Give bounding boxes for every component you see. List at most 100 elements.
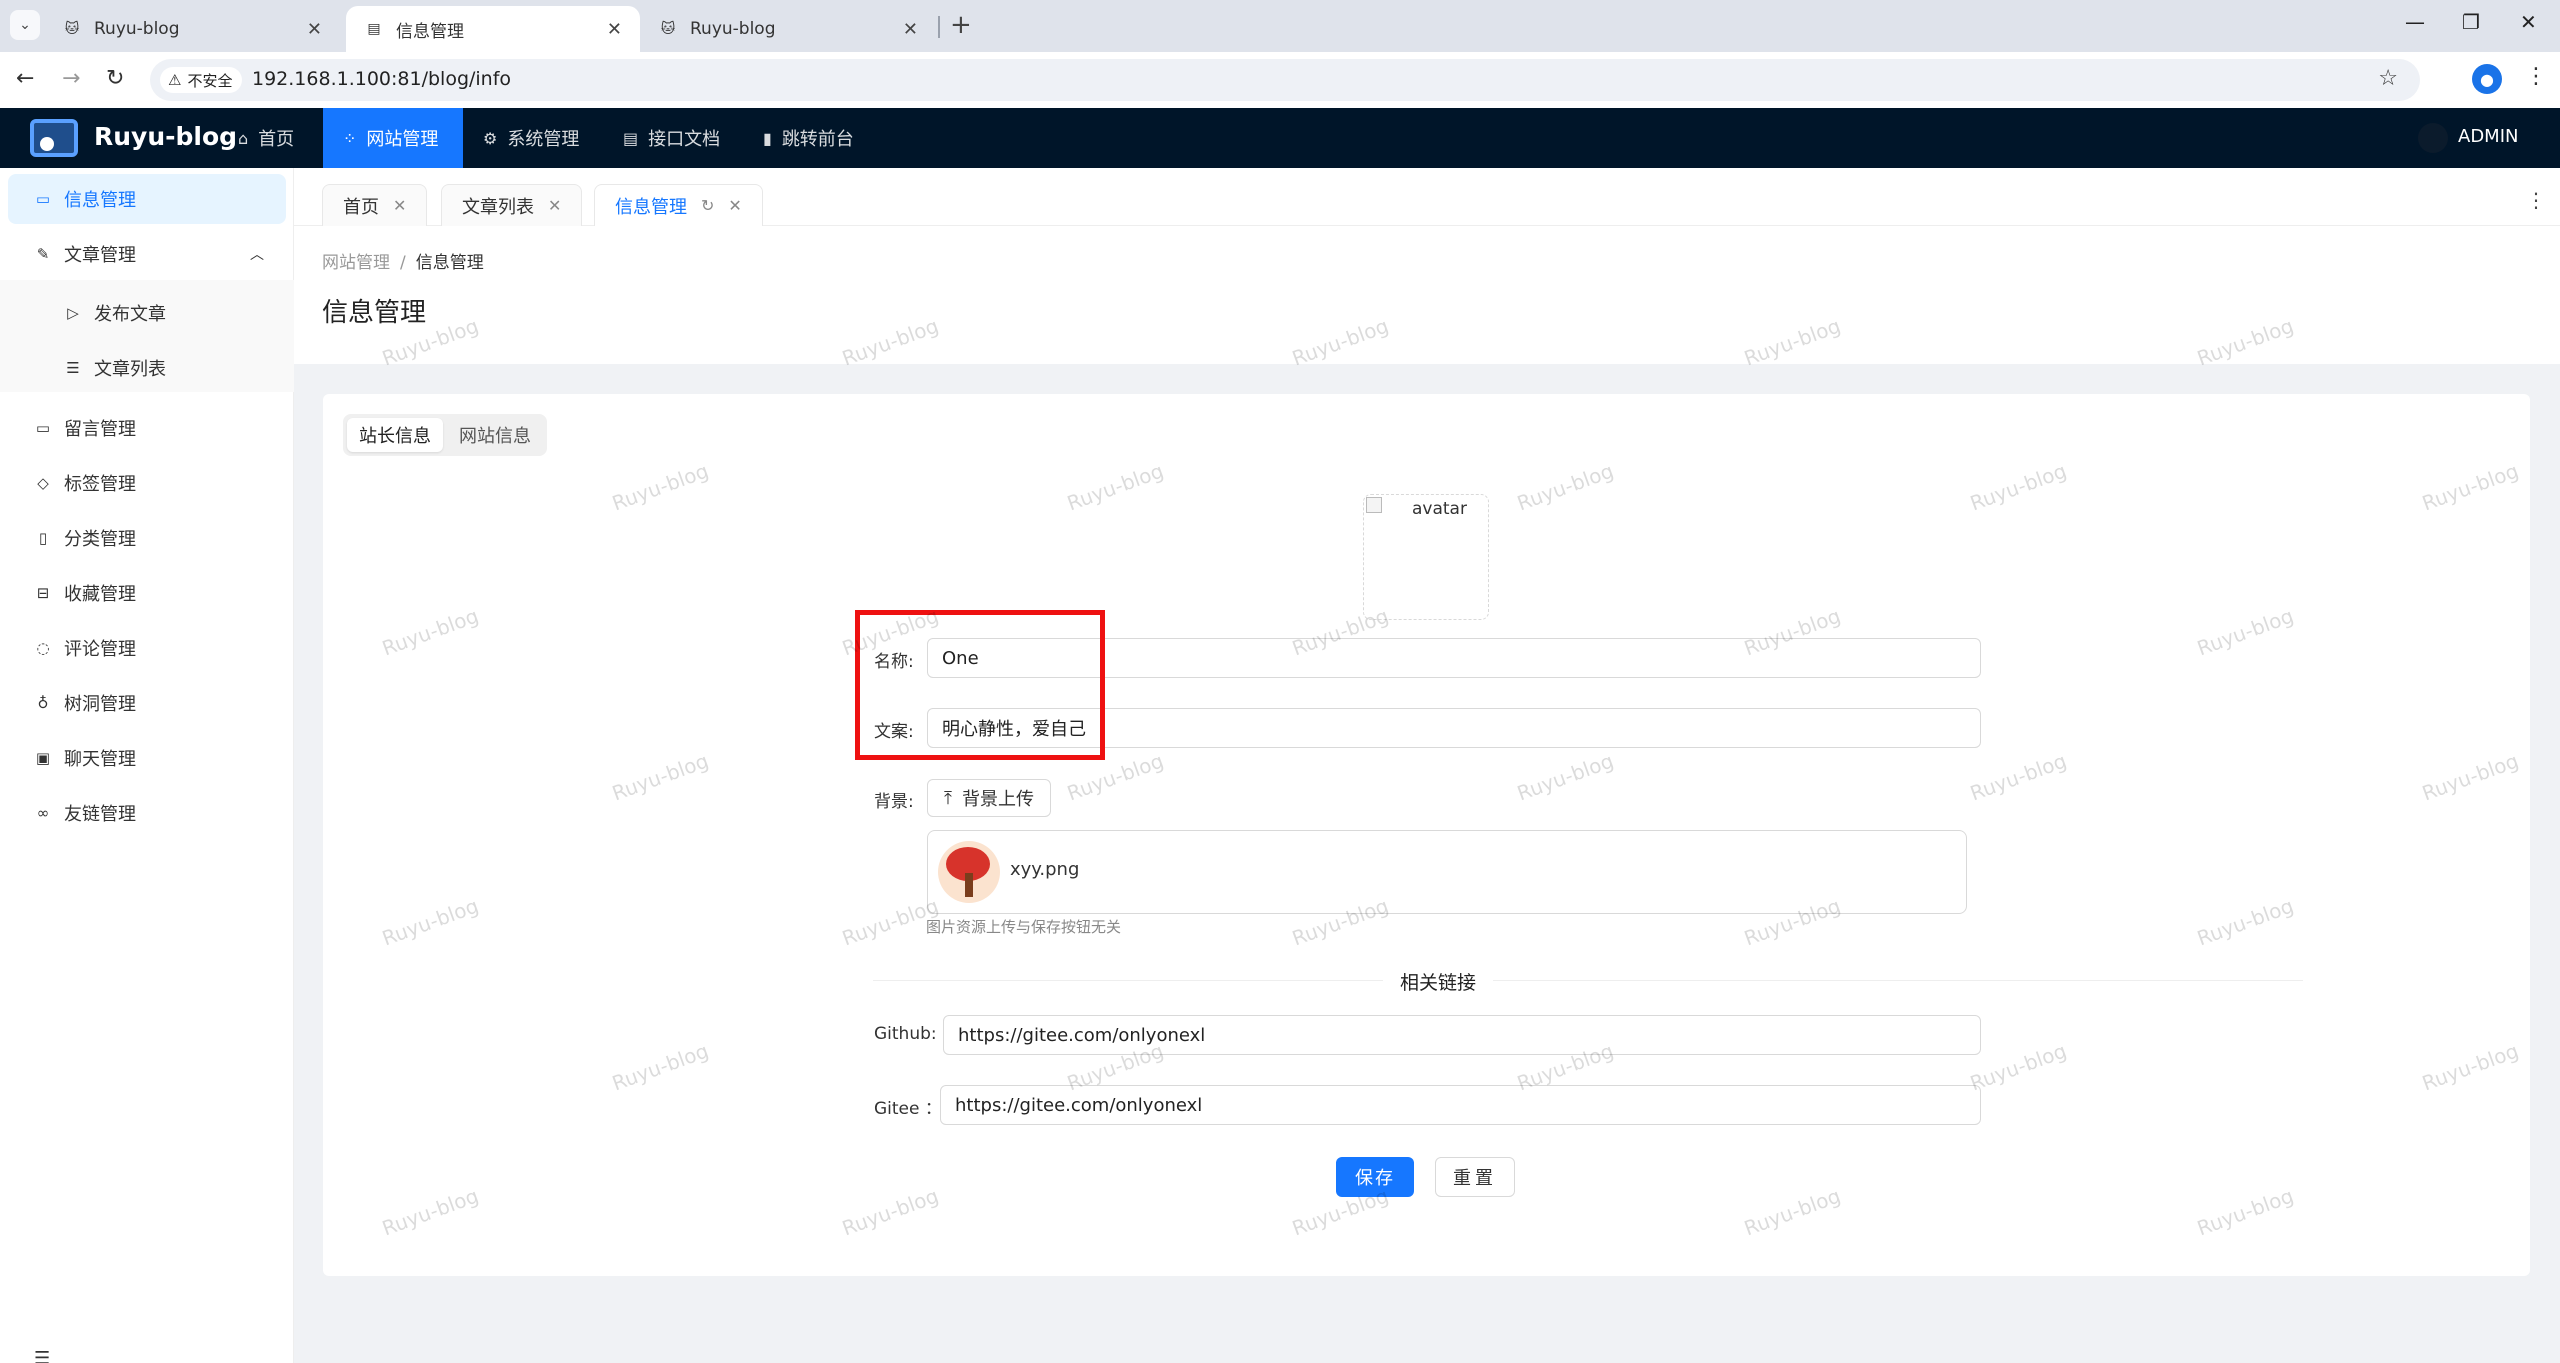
upload-hint: 图片资源上传与保存按钮无关 — [926, 918, 1122, 936]
sidebar-item-info[interactable]: ▭ 信息管理 — [8, 174, 286, 224]
sidebar-item-publish[interactable]: ▷ 发布文章 — [8, 288, 286, 338]
save-button[interactable]: 保存 — [1336, 1157, 1414, 1197]
sidebar-item-label: 友链管理 — [64, 804, 136, 825]
close-icon[interactable]: ✕ — [607, 19, 622, 40]
warning-icon: ⚠ — [168, 71, 182, 89]
segment-owner-info[interactable]: 站长信息 — [347, 418, 443, 452]
window-close-icon[interactable]: ✕ — [2520, 10, 2537, 34]
bookmark-star-icon[interactable]: ☆ — [2378, 66, 2398, 91]
user-name[interactable]: ADMIN — [2458, 126, 2518, 147]
uploaded-file-item[interactable]: xyy.png — [927, 830, 1967, 914]
forward-icon[interactable]: → — [62, 66, 80, 91]
sidebar-item-tags[interactable]: ◇ 标签管理 — [8, 458, 286, 508]
browser-tab-3[interactable]: 🐱 Ruyu-blog ✕ — [640, 6, 936, 52]
site-favicon-icon: 🐱 — [660, 21, 676, 37]
sidebar-item-articles[interactable]: ✎ 文章管理 ︿ — [8, 229, 286, 279]
sidebar: ▭ 信息管理 ✎ 文章管理 ︿ ▷ 发布文章 ☰ 文章列表 ▭ 留言管理 ◇ 标… — [0, 168, 294, 1363]
message-icon: ▭ — [35, 419, 51, 437]
file-thumbnail — [938, 841, 1000, 903]
browser-tab-title: 信息管理 — [396, 21, 464, 42]
breadcrumb-current: 信息管理 — [415, 253, 484, 273]
github-label: Github: — [874, 1024, 937, 1044]
security-chip[interactable]: ⚠ 不安全 — [160, 67, 243, 93]
sidebar-item-article-list[interactable]: ☰ 文章列表 — [8, 343, 286, 393]
apps-icon: ⁘ — [343, 128, 357, 148]
page-title: 信息管理 — [322, 298, 427, 328]
close-icon[interactable]: ✕ — [548, 196, 561, 215]
gitee-input[interactable]: https://gitee.com/onlyonexl — [940, 1085, 1981, 1125]
nav-goto-frontend[interactable]: ▮ 跳转前台 — [743, 108, 874, 168]
sidebar-item-treehole[interactable]: ♁ 树洞管理 — [8, 678, 286, 728]
link-icon: ∞ — [36, 804, 50, 822]
background-upload-button[interactable]: ⤒ 背景上传 — [927, 779, 1051, 817]
browser-menu-icon[interactable]: ⋮ — [2525, 64, 2547, 89]
avatar-upload[interactable]: avatar — [1363, 494, 1489, 620]
sidebar-item-label: 留言管理 — [64, 419, 136, 440]
tab-home[interactable]: 首页 ✕ — [322, 184, 428, 226]
refresh-icon[interactable]: ↻ — [701, 196, 714, 215]
close-icon[interactable]: ✕ — [903, 19, 918, 40]
logo-text[interactable]: Ruyu-blog — [94, 122, 237, 151]
menu-collapse-icon[interactable]: ☰ — [34, 1348, 50, 1363]
close-icon[interactable]: ✕ — [307, 19, 322, 40]
category-icon: ▯ — [38, 529, 48, 547]
sidebar-item-friend-links[interactable]: ∞ 友链管理 — [8, 788, 286, 838]
close-icon[interactable]: ✕ — [728, 196, 741, 215]
nav-site-management[interactable]: ⁘ 网站管理 — [323, 108, 463, 168]
sidebar-item-favorites[interactable]: ⊟ 收藏管理 — [8, 568, 286, 618]
more-icon[interactable]: ⋮ — [2526, 188, 2546, 212]
background-label: 背景: — [874, 792, 914, 812]
tree-trunk — [965, 873, 973, 897]
page-header: 网站管理 / 信息管理 信息管理 — [294, 226, 2560, 364]
url-text[interactable]: 192.168.1.100:81/blog/info — [252, 68, 511, 90]
sidebar-item-messages[interactable]: ▭ 留言管理 — [8, 403, 286, 453]
browser-tab-1[interactable]: 🐱 Ruyu-blog ✕ — [44, 6, 340, 52]
info-icon: ▭ — [35, 190, 51, 208]
tab-separator — [938, 16, 940, 38]
reset-button[interactable]: 重置 — [1435, 1157, 1515, 1197]
sidebar-item-chat[interactable]: ▣ 聊天管理 — [8, 733, 286, 783]
site-favicon-icon: ▤ — [367, 21, 381, 37]
nav-api-docs[interactable]: ▤ 接口文档 — [603, 108, 740, 168]
avatar[interactable] — [2418, 123, 2448, 153]
chat-icon: ▣ — [35, 749, 51, 767]
nav-label: 跳转前台 — [781, 129, 854, 150]
segmented-control: 站长信息 网站信息 — [343, 414, 547, 456]
tab-article-list[interactable]: 文章列表 ✕ — [441, 184, 583, 226]
sidebar-item-label: 发布文章 — [94, 304, 166, 325]
section-divider — [873, 980, 2303, 981]
links-section-title: 相关链接 — [1383, 968, 1493, 995]
sidebar-item-label: 分类管理 — [64, 529, 136, 550]
content-card: 站长信息 网站信息 avatar 名称: One 文案: 明心静性，爱自己 背景… — [323, 394, 2530, 1276]
nav-home[interactable]: ⌂ 首页 — [218, 108, 314, 168]
sidebar-item-categories[interactable]: ▯ 分类管理 — [8, 513, 286, 563]
site-favicon-icon: 🐱 — [64, 21, 80, 37]
address-bar[interactable]: ⚠ 不安全 192.168.1.100:81/blog/info ☆ — [150, 59, 2420, 101]
nav-label: 首页 — [258, 129, 295, 150]
sidebar-item-label: 树洞管理 — [64, 694, 136, 715]
back-icon[interactable]: ← — [16, 66, 34, 91]
new-tab-button[interactable]: + — [950, 10, 972, 40]
profile-avatar-icon[interactable]: ● — [2472, 64, 2502, 94]
browser-tab-title: Ruyu-blog — [94, 19, 180, 39]
reload-icon[interactable]: ↻ — [106, 66, 124, 91]
minimize-icon[interactable]: — — [2405, 10, 2425, 34]
upload-label: 背景上传 — [961, 789, 1034, 810]
github-input[interactable]: https://gitee.com/onlyonexl — [943, 1015, 1981, 1055]
page-tabs-bar: 首页 ✕ 文章列表 ✕ 信息管理 ↻ ✕ ⋮ — [294, 168, 2560, 226]
book-icon: ▮ — [763, 128, 772, 148]
sidebar-item-comments[interactable]: ◌ 评论管理 — [8, 623, 286, 673]
sidebar-item-label: 标签管理 — [64, 474, 136, 495]
browser-tab-2[interactable]: ▤ 信息管理 ✕ — [346, 6, 640, 52]
sidebar-item-label: 聊天管理 — [64, 749, 136, 770]
nav-system-management[interactable]: ⚙ 系统管理 — [463, 108, 599, 168]
tab-info-management[interactable]: 信息管理 ↻ ✕ — [594, 184, 763, 226]
segment-site-info[interactable]: 网站信息 — [447, 418, 543, 452]
file-name[interactable]: xyy.png — [1010, 859, 1079, 880]
close-icon[interactable]: ✕ — [393, 196, 406, 215]
tab-search-button[interactable]: ⌄ — [10, 10, 40, 40]
breadcrumb-parent[interactable]: 网站管理 — [322, 253, 390, 273]
edit-icon: ✎ — [36, 245, 50, 263]
restore-icon[interactable]: ❐ — [2462, 10, 2480, 34]
home-icon: ⌂ — [238, 128, 249, 148]
